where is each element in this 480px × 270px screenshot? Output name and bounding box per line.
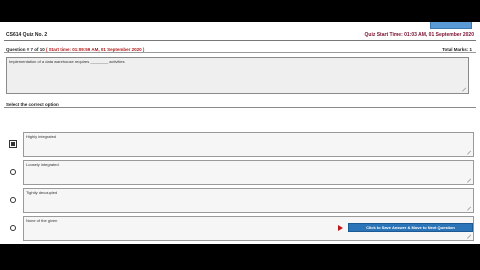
question-text: Implementation of a data warehouse requi…: [9, 59, 125, 64]
top-action-button[interactable]: [430, 22, 472, 29]
option-text-box: Highly integrated: [23, 132, 474, 157]
option-radio[interactable]: [10, 169, 16, 175]
option-radio-cell: [5, 159, 21, 186]
option-text-box: Loosely integrated: [23, 160, 474, 185]
save-next-button[interactable]: Click to Save Answer & Move to Next Ques…: [348, 223, 473, 232]
quiz-start-time: Quiz Start Time: 01:03 AM, 01 September …: [364, 32, 475, 38]
option-text: Highly integrated: [26, 134, 57, 139]
resize-grip-icon[interactable]: [462, 87, 466, 91]
option-text: Tightly decoupled: [26, 190, 58, 195]
option-radio-cell: [5, 215, 21, 242]
resize-grip-icon[interactable]: [467, 150, 471, 154]
resize-grip-icon[interactable]: [467, 178, 471, 182]
option-radio-cell: [5, 187, 21, 214]
option-row: Highly integrated: [5, 131, 475, 158]
option-text-box: Tightly decoupled: [23, 188, 474, 213]
option-row: Loosely integrated: [5, 159, 475, 186]
resize-grip-icon[interactable]: [467, 206, 471, 210]
quiz-title: CS614 Quiz No. 2: [6, 32, 48, 38]
option-text: None of the given: [26, 218, 58, 223]
header-divider: [4, 40, 476, 41]
question-divider: [4, 52, 476, 53]
option-radio-selected[interactable]: [9, 140, 17, 148]
quiz-page: CS614 Quiz No. 2 Quiz Start Time: 01:03 …: [0, 22, 480, 244]
resize-grip-icon[interactable]: [467, 234, 471, 238]
option-radio[interactable]: [10, 197, 16, 203]
option-radio[interactable]: [10, 225, 16, 231]
option-row: Tightly decoupled: [5, 187, 475, 214]
options-divider: [4, 107, 476, 108]
next-arrow-icon: [338, 225, 343, 231]
question-text-box: Implementation of a data warehouse requi…: [6, 57, 469, 94]
option-text: Loosely integrated: [26, 162, 59, 167]
option-radio-cell: [5, 131, 21, 158]
